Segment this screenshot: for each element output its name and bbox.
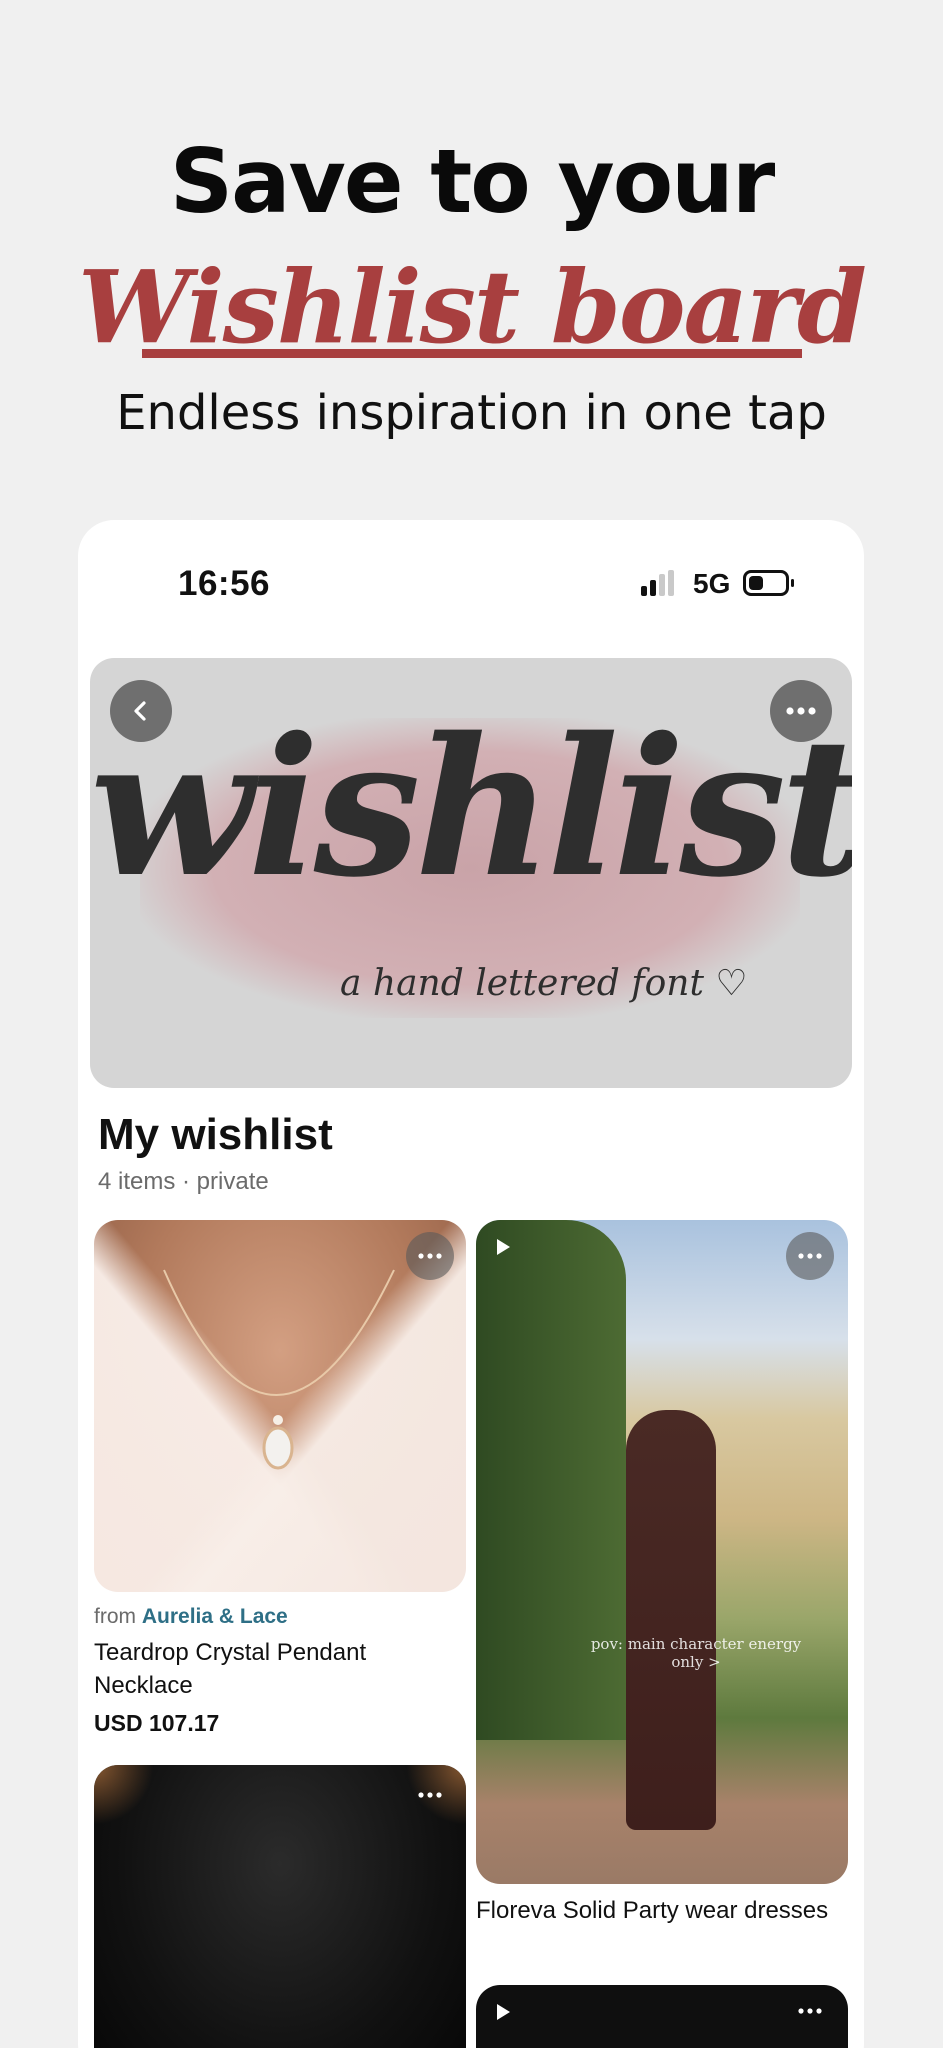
- model-figure: [626, 1410, 716, 1830]
- promo-header: Save to your Wishlist board Endless insp…: [0, 0, 943, 520]
- more-icon: [786, 707, 816, 715]
- play-icon: [497, 1239, 510, 1255]
- pin-dress-video[interactable]: pov: main character energy only >: [476, 1220, 848, 1884]
- pin-more-button[interactable]: [786, 1232, 834, 1280]
- merchant-link[interactable]: Aurelia & Lace: [142, 1605, 288, 1628]
- board-cover-image: wishlist a hand lettered font ♡: [90, 658, 852, 1088]
- play-icon: [497, 2004, 510, 2020]
- phone-screen: 16:56 5G wishlist a hand lettered font ♡…: [78, 520, 864, 2048]
- board-title: My wishlist: [98, 1110, 333, 1159]
- more-icon: [418, 1253, 442, 1259]
- pin-title[interactable]: Floreva Solid Party wear dresses: [476, 1894, 848, 1927]
- battery-icon: [743, 570, 794, 596]
- pin-shirt-image[interactable]: [94, 1765, 466, 2048]
- video-overlay-text: pov: main character energy only >: [590, 1635, 802, 1671]
- pin-video[interactable]: [476, 1985, 848, 2048]
- back-button[interactable]: [110, 680, 172, 742]
- pin-more-button[interactable]: [406, 1771, 454, 1819]
- play-indicator: [486, 1995, 520, 2029]
- necklace-illustration: [163, 1269, 395, 1470]
- signal-icon: [641, 570, 675, 596]
- more-icon: [418, 1792, 442, 1798]
- headline-underline: [142, 349, 802, 358]
- play-indicator: [486, 1230, 520, 1264]
- promo-headline-line1: Save to your: [169, 130, 775, 233]
- status-time: 16:56: [178, 564, 271, 603]
- promo-subheadline: Endless inspiration in one tap: [116, 385, 827, 441]
- board-meta: 4 items · private: [98, 1168, 269, 1195]
- board-more-button[interactable]: [770, 680, 832, 742]
- pin-source: from Aurelia & Lace: [94, 1605, 288, 1629]
- pin-price: USD 107.17: [94, 1710, 220, 1736]
- chevron-left-icon: [134, 701, 146, 721]
- more-icon: [798, 2008, 822, 2014]
- pin-necklace-image[interactable]: [94, 1220, 466, 1592]
- pin-more-button[interactable]: [786, 1987, 834, 2035]
- pin-more-button[interactable]: [406, 1232, 454, 1280]
- warm-light-left: [94, 1765, 154, 1825]
- cover-tagline: a hand lettered font ♡: [340, 963, 748, 1004]
- network-label: 5G: [693, 568, 731, 599]
- cover-wordmark: wishlist: [90, 696, 852, 919]
- pin-source-prefix: from: [94, 1605, 136, 1628]
- more-icon: [798, 1253, 822, 1259]
- pin-title[interactable]: Teardrop Crystal Pendant Necklace: [94, 1636, 466, 1702]
